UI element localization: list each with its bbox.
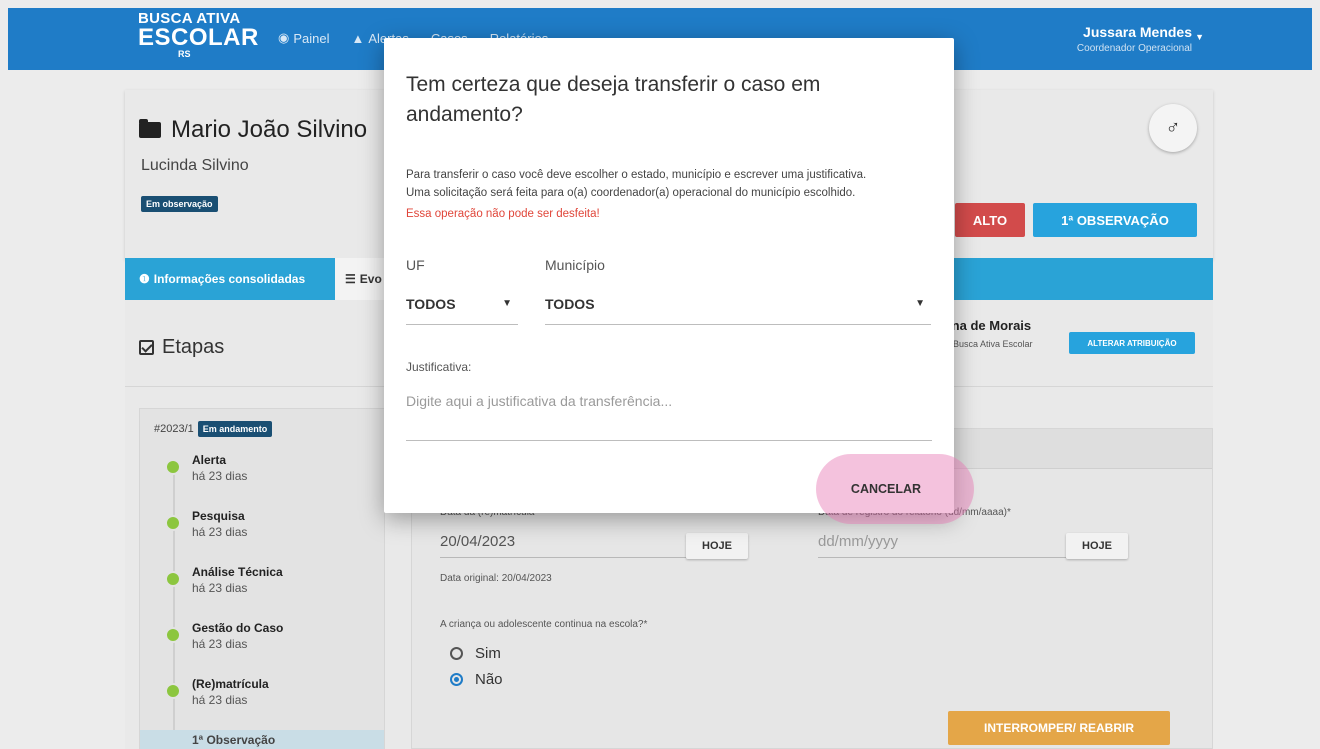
school-question: A criança ou adolescente continua na esc… (440, 619, 648, 630)
municipio-selected-value: TODOS (545, 296, 595, 312)
list-icon: ☰ (345, 272, 356, 286)
modal-description-line1: Para transferir o caso você deve escolhe… (406, 169, 867, 181)
step-title: Pesquisa (192, 509, 245, 523)
step-title: Análise Técnica (192, 565, 283, 579)
enrollment-today-button[interactable]: HOJE (686, 533, 748, 559)
logo-state: RS (178, 49, 191, 59)
report-date-underline (818, 557, 1066, 558)
modal-title: Tem certeza que deseja transferir o caso… (406, 73, 821, 126)
caret-down-icon[interactable]: ▼ (1195, 32, 1204, 42)
step-time: há 23 dias (192, 525, 248, 539)
step-title: 1ª Observação (192, 733, 276, 747)
steps-timeline: #2023/1 Em andamento Alerta há 23 dias P… (139, 408, 385, 749)
nav-label: Painel (293, 30, 330, 46)
guardian-name: Lucinda Silvino (141, 157, 249, 174)
radio-nao[interactable]: Não (450, 671, 503, 688)
step-title: Gestão do Caso (192, 621, 284, 635)
tab-label: Evo (359, 272, 382, 286)
cancel-button[interactable]: CANCELAR (836, 475, 936, 503)
municipio-select[interactable]: TODOS ▼ (545, 296, 931, 325)
radio-label: Sim (475, 645, 501, 662)
radio-sim[interactable]: Sim (450, 645, 501, 662)
info-icon: ❶ (139, 272, 150, 286)
step-title: Alerta (192, 453, 227, 467)
uf-selected-value: TODOS (406, 296, 456, 312)
original-date-note: Data original: 20/04/2023 (440, 573, 552, 584)
user-name: Jussara Mendes (1083, 24, 1192, 40)
timeline-step-active[interactable]: 1ª Observação (140, 730, 384, 749)
step-time: há 23 dias (192, 637, 248, 651)
assignee-name: rina de Morais (943, 318, 1032, 333)
user-menu[interactable]: Jussara Mendes Coordenador Operacional (1077, 24, 1192, 54)
male-gender-icon: ♂ (1149, 104, 1197, 152)
step-title: (Re)matrícula (192, 677, 269, 691)
step-dot-icon (165, 627, 181, 643)
tab-label: Informações consolidadas (153, 272, 306, 286)
step-time: há 23 dias (192, 581, 248, 595)
child-name: Mario João Silvino (171, 116, 368, 143)
status-badge: Em observação (141, 196, 218, 212)
modal-description: Para transferir o caso você deve escolhe… (406, 166, 936, 202)
step-dot-icon (165, 459, 181, 475)
step-dot-icon (165, 515, 181, 531)
step-dot-icon (165, 571, 181, 587)
enrollment-underline (440, 557, 688, 558)
case-status-badge: Em andamento (197, 421, 273, 437)
uf-select[interactable]: TODOS ▼ (406, 296, 518, 325)
user-role: Coordenador Operacional (1076, 43, 1192, 54)
risk-button[interactable]: ALTO (955, 203, 1025, 237)
dashboard-icon: ◉ (278, 30, 290, 45)
transfer-case-modal: Tem certeza que deseja transferir o caso… (384, 38, 974, 524)
logo-line2: ESCOLAR (138, 24, 259, 51)
steps-heading: Etapas (139, 336, 224, 359)
justificativa-input[interactable] (406, 393, 932, 441)
step-time: há 23 dias (192, 469, 248, 483)
tab-informacoes[interactable]: ❶ Informações consolidadas (139, 258, 305, 300)
interrupt-reopen-button[interactable]: INTERROMPER/ REABRIR (948, 711, 1170, 745)
report-today-button[interactable]: HOJE (1066, 533, 1128, 559)
checkbox-icon (139, 340, 154, 355)
modal-warning: Essa operação não pode ser desfeita! (406, 208, 600, 220)
radio-label: Não (475, 671, 503, 688)
step-time: há 23 dias (192, 693, 248, 707)
uf-label: UF (406, 257, 425, 273)
justificativa-label: Justificativa: (406, 360, 472, 374)
bell-icon: ▲ (351, 30, 365, 46)
app-logo[interactable]: BUSCA ATIVA ESCOLAR RS (138, 11, 259, 59)
steps-heading-label: Etapas (162, 336, 225, 358)
case-id-row: #2023/1 Em andamento (154, 421, 273, 437)
assignee-role: Busca Ativa Escolar (953, 339, 1033, 349)
case-title: Mario João Silvino (139, 116, 367, 144)
radio-icon (450, 647, 463, 660)
caret-down-icon: ▼ (915, 298, 925, 309)
municipio-label: Município (545, 257, 605, 273)
step-dot-icon (165, 683, 181, 699)
stage-button[interactable]: 1ª OBSERVAÇÃO (1033, 203, 1197, 237)
radio-checked-icon (450, 673, 463, 686)
timeline-line (173, 461, 175, 749)
enrollment-date[interactable]: 20/04/2023 (440, 533, 515, 550)
modal-description-line2: Uma solicitação será feita para o(a) coo… (406, 187, 856, 199)
change-assignment-button[interactable]: ALTERAR ATRIBUIÇÃO (1069, 332, 1195, 354)
report-date-field[interactable]: dd/mm/yyyy (818, 533, 898, 550)
folder-icon (139, 119, 161, 138)
case-id: #2023/1 (154, 423, 194, 435)
nav-painel[interactable]: ◉ Painel (278, 30, 329, 46)
caret-down-icon: ▼ (502, 298, 512, 309)
